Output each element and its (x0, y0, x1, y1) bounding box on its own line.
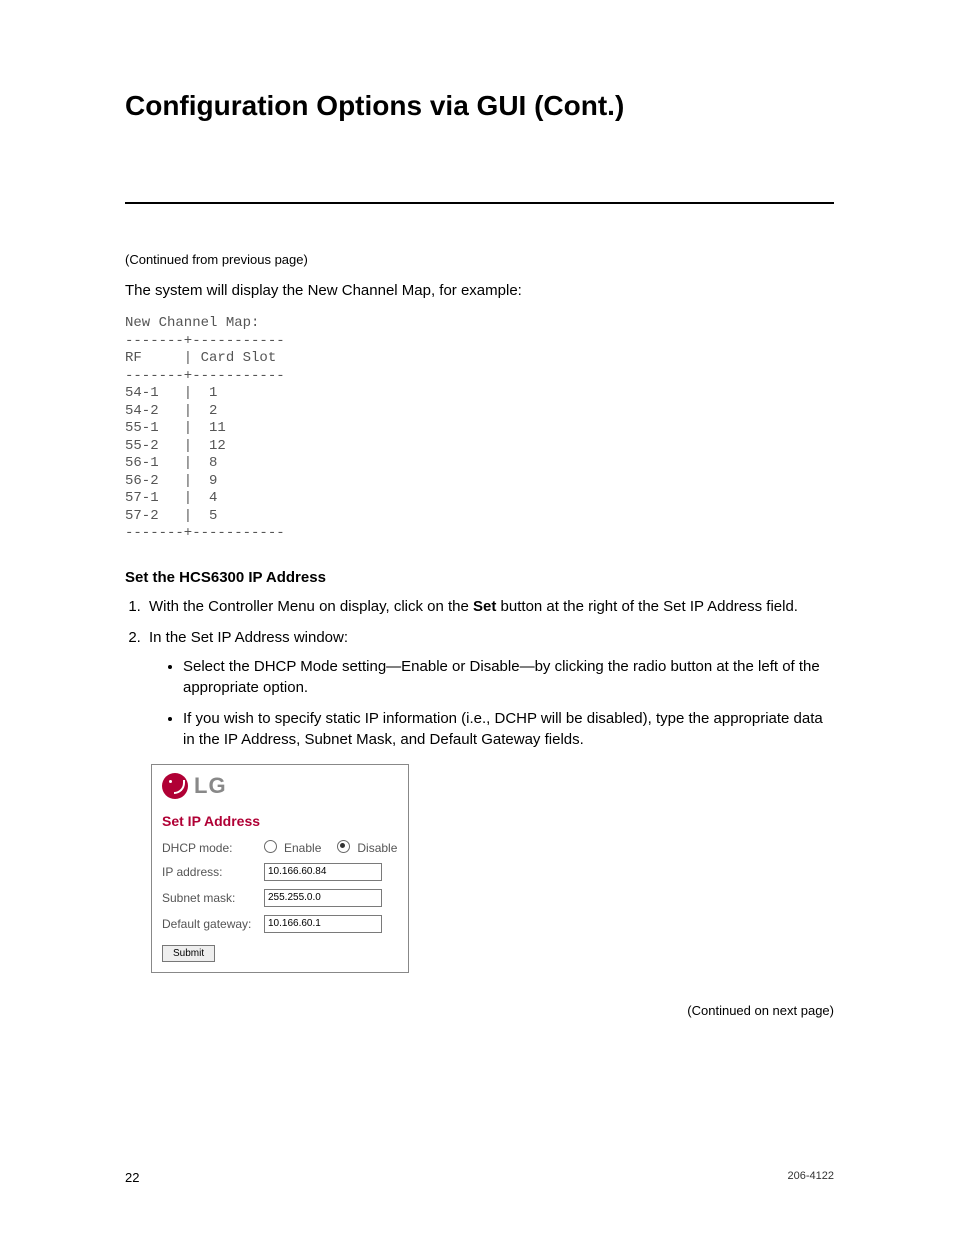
radio-enable-label[interactable]: Enable (284, 841, 321, 855)
input-ip-address[interactable] (264, 863, 382, 881)
radio-disable[interactable] (337, 840, 350, 853)
step-2-text: In the Set IP Address window: (149, 629, 348, 646)
row-ip-address: IP address: (162, 863, 398, 881)
row-dhcp-mode: DHCP mode: Enable Disable (162, 841, 398, 855)
intro-text: The system will display the New Channel … (125, 281, 834, 301)
radio-disable-label[interactable]: Disable (357, 841, 397, 855)
row-subnet-mask: Subnet mask: (162, 889, 398, 907)
label-subnet-mask: Subnet mask: (162, 891, 264, 905)
input-default-gateway[interactable] (264, 915, 382, 933)
steps-list: With the Controller Menu on display, cli… (125, 596, 834, 750)
label-dhcp-mode: DHCP mode: (162, 841, 264, 855)
panel-title: Set IP Address (162, 813, 398, 829)
page-number: 22 (125, 1170, 139, 1185)
bullet-static-ip: If you wish to specify static IP informa… (183, 708, 834, 750)
section-heading-set-ip: Set the HCS6300 IP Address (125, 569, 834, 586)
document-number: 206-4122 (788, 1170, 835, 1185)
label-ip-address: IP address: (162, 865, 264, 879)
step-1-post: button at the right of the Set IP Addres… (496, 598, 798, 615)
input-subnet-mask[interactable] (264, 889, 382, 907)
continued-on-next: (Continued on next page) (125, 1003, 834, 1018)
bullet-dhcp-mode: Select the DHCP Mode setting—Enable or D… (183, 656, 834, 698)
lg-logo: LG (162, 773, 398, 799)
step-1-pre: With the Controller Menu on display, cli… (149, 598, 473, 615)
submit-button[interactable]: Submit (162, 945, 215, 962)
step-2-bullets: Select the DHCP Mode setting—Enable or D… (149, 656, 834, 750)
divider (125, 202, 834, 204)
set-ip-address-panel: LG Set IP Address DHCP mode: Enable Disa… (151, 764, 409, 973)
channel-map-block: New Channel Map: -------+----------- RF … (125, 315, 834, 543)
page-title: Configuration Options via GUI (Cont.) (125, 90, 834, 122)
row-default-gateway: Default gateway: (162, 915, 398, 933)
footer: 22 206-4122 (125, 1170, 834, 1185)
continued-from-previous: (Continued from previous page) (125, 252, 834, 267)
step-1-bold: Set (473, 598, 496, 615)
step-2: In the Set IP Address window: Select the… (145, 627, 834, 750)
step-1: With the Controller Menu on display, cli… (145, 596, 834, 617)
radio-enable[interactable] (264, 840, 277, 853)
label-default-gateway: Default gateway: (162, 917, 264, 931)
lg-face-icon (162, 773, 188, 799)
lg-brand-text: LG (194, 773, 227, 799)
